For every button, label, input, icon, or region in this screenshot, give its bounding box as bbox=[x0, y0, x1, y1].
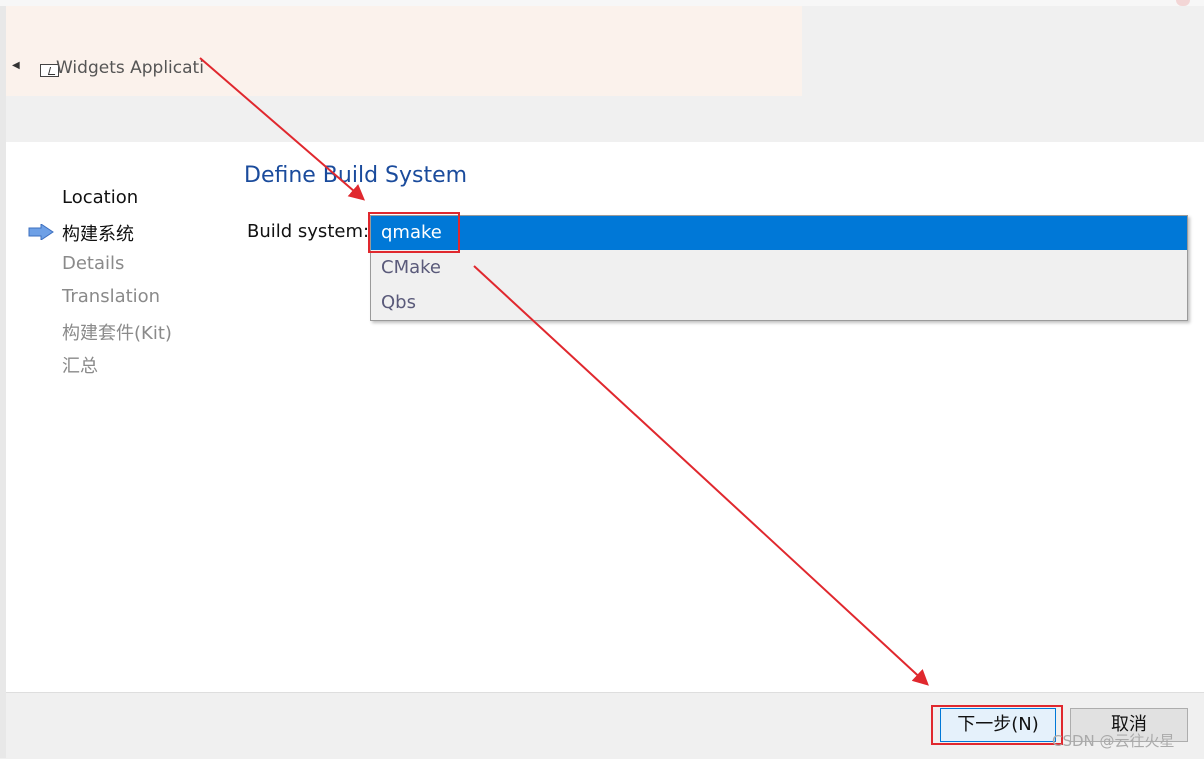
annotation-arrow-to-qmake bbox=[199, 57, 366, 201]
new-project-wizard-window: ◀ Widgets Applicati Location 构建系统 Detail… bbox=[0, 0, 1204, 759]
annotation-arrows bbox=[199, 57, 929, 686]
annotation-arrow-to-next bbox=[473, 265, 929, 686]
